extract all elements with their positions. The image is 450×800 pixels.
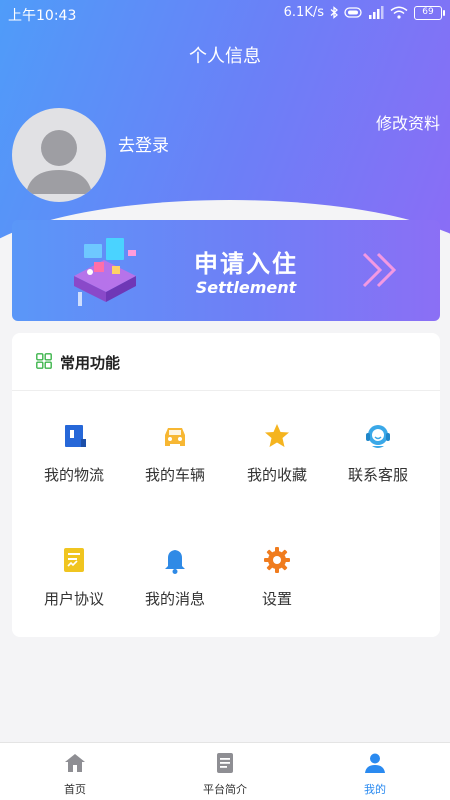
func-label: 我的收藏 [246,466,307,484]
avatar[interactable] [12,108,106,202]
signal-icon [369,6,384,19]
user-icon [365,753,385,773]
bell-icon [165,550,185,574]
default-avatar-icon [26,130,92,194]
bluetooth-icon [330,6,338,19]
settlement-banner[interactable]: 申请入住 Settlement [12,220,440,321]
func-label: 我的消息 [144,590,205,608]
document-icon [217,753,233,773]
tab-home[interactable]: 首页 [0,743,150,800]
card-header: 常用功能 [12,333,440,391]
bottom-tab-bar: 首页 平台简介 我的 [0,742,450,800]
double-chevron-right-icon [362,252,397,288]
tab-label: 首页 [64,783,86,796]
vibrate-icon [344,7,362,18]
battery-icon: 69 [414,5,445,20]
gear-icon [264,547,290,573]
agreement-icon [64,548,84,572]
home-icon [65,754,85,772]
func-label: 我的物流 [43,466,104,484]
func-user-agreement[interactable]: 用户协议 [22,545,126,609]
func-settings[interactable]: 设置 [225,545,329,609]
wifi-icon [390,6,408,19]
func-label: 联系客服 [347,466,408,484]
tab-label: 我的 [364,783,386,796]
func-label: 我的车辆 [144,466,205,484]
status-icons: 6.1K/s 69 [283,5,445,20]
func-contact-service[interactable]: 联系客服 [326,421,430,485]
logistics-icon [65,425,86,447]
grid-icon [36,353,52,369]
func-my-favorites[interactable]: 我的收藏 [225,421,329,485]
tab-platform-intro[interactable]: 平台简介 [150,743,300,800]
func-label: 用户协议 [43,590,104,608]
login-link[interactable]: 去登录 [118,131,169,156]
status-bar: 上午10:43 6.1K/s 69 [0,0,450,28]
tab-label: 平台简介 [203,783,247,796]
tab-mine[interactable]: 我的 [300,743,450,800]
card-title: 常用功能 [60,354,121,372]
func-label: 设置 [261,590,292,608]
star-icon [265,424,289,447]
headset-icon [366,425,390,448]
func-my-messages[interactable]: 我的消息 [123,545,227,609]
status-time: 上午10:43 [8,8,77,24]
func-my-vehicles[interactable]: 我的车辆 [123,421,227,485]
battery-level: 69 [422,7,434,17]
func-my-logistics[interactable]: 我的物流 [22,421,126,485]
network-speed: 6.1K/s [283,5,324,20]
car-icon [165,428,185,446]
edit-profile-link[interactable]: 修改资料 [376,110,440,134]
common-functions-card: 常用功能 我的物流 我的车辆 我的收藏 联系客服 用户协议 我的消息 设置 [12,333,440,637]
page-title: 个人信息 [189,46,261,67]
